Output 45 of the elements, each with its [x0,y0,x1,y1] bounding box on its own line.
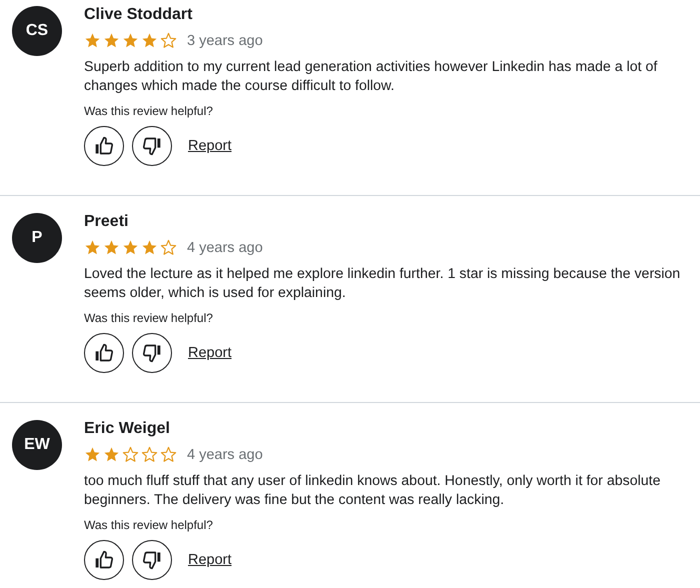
reviewer-name: Preeti [84,212,130,232]
thumbs-up-icon [94,136,114,156]
review-text: Loved the lecture as it helped me explore linkedin further. 1 star is missing because the version seems older, which is used for explaining. [84,265,682,303]
empty-star-icon [160,239,177,256]
reviewer-name: Clive Stoddart [84,5,194,25]
review-time: 4 years ago [187,240,263,256]
star-icon [84,32,101,49]
star-icon [122,32,139,49]
star-icon [84,446,101,463]
star-icon [84,239,101,256]
thumbs-up-icon [94,343,114,363]
report-link[interactable]: Report [188,138,232,154]
star-icon [103,446,120,463]
thumbs-down-icon [142,550,162,570]
helpful-button[interactable] [84,126,124,166]
review-text: Superb addition to my current lead generation activities however Linkedin has made a lot of changes which made the course difficult to follow. [84,58,658,96]
empty-star-icon [160,446,177,463]
not-helpful-button[interactable] [132,333,172,373]
helpful-prompt: Was this review helpful? [84,104,214,118]
star-icon [103,239,120,256]
avatar: P [12,213,62,263]
helpful-button[interactable] [84,333,124,373]
not-helpful-button[interactable] [132,126,172,166]
empty-star-icon [141,446,158,463]
helpful-prompt: Was this review helpful? [84,311,214,325]
review-text: too much fluff stuff that any user of linkedin knows about. Honestly, only worth it for absolute beginners. The delivery was fine but the content was really lacking. [84,472,662,510]
empty-star-icon [122,446,139,463]
star-icon [141,239,158,256]
helpful-button[interactable] [84,540,124,580]
star-icon [103,32,120,49]
thumbs-up-icon [94,550,114,570]
review-time: 4 years ago [187,446,263,462]
reviewer-name: Eric Weigel [84,419,171,439]
star-icon [141,32,158,49]
report-link[interactable]: Report [188,345,232,361]
thumbs-down-icon [142,343,162,363]
thumbs-down-icon [142,136,162,156]
avatar: EW [12,420,62,470]
review-time: 3 years ago [187,32,263,48]
star-icon [122,239,139,256]
report-link[interactable]: Report [188,552,232,568]
avatar: CS [12,6,62,56]
not-helpful-button[interactable] [132,540,172,580]
empty-star-icon [160,32,177,49]
helpful-prompt: Was this review helpful? [84,518,214,532]
